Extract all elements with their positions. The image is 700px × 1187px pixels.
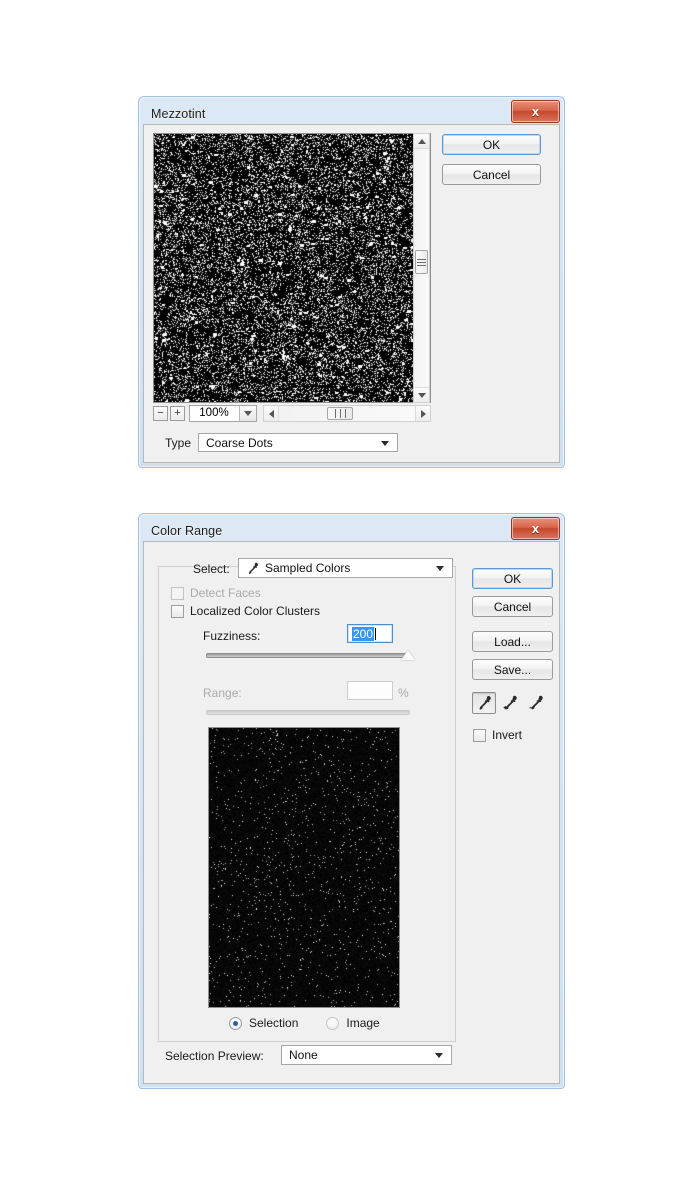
preview-mode-row: Selection Image [229, 1016, 380, 1030]
chevron-down-icon [381, 441, 389, 446]
noise-canvas [154, 134, 430, 402]
select-combo[interactable]: Sampled Colors [238, 558, 453, 578]
mezzotint-title: Mezzotint [143, 107, 205, 121]
eyedropper-icon [246, 562, 259, 575]
close-icon: x [532, 522, 539, 535]
cancel-button[interactable]: Cancel [442, 164, 541, 185]
selection-preview-combo[interactable]: None [281, 1045, 452, 1065]
eyedropper-add-icon [501, 695, 519, 712]
range-input[interactable] [347, 681, 393, 700]
fuzziness-value: 200 [352, 627, 374, 641]
plus-icon: + [174, 408, 180, 419]
color-range-body: Select: Sampled Colors Detect Faces [143, 541, 560, 1084]
image-radio-label: Image [346, 1016, 379, 1030]
screen-root: Mezzotint x [0, 0, 700, 1187]
cancel-button[interactable]: Cancel [472, 596, 553, 617]
preview-vertical-scrollbar[interactable] [413, 133, 430, 403]
close-button[interactable]: x [511, 100, 560, 123]
close-icon: x [532, 105, 539, 118]
zoom-out-button[interactable]: − [153, 406, 168, 421]
image-radio[interactable] [326, 1017, 339, 1030]
chevron-down-icon [436, 566, 444, 571]
ok-button[interactable]: OK [472, 568, 553, 589]
mezzotint-dialog: Mezzotint x [138, 96, 565, 468]
text-caret [375, 628, 376, 640]
color-range-dialog: Color Range x Select: Sampled Colors [138, 513, 565, 1089]
type-label: Type [165, 436, 191, 450]
zoom-level-dropdown-button[interactable] [239, 406, 256, 421]
chevron-left-icon [269, 410, 274, 418]
scroll-left-button[interactable] [264, 406, 279, 421]
scroll-grip-icon [417, 257, 426, 268]
chevron-down-icon [435, 1053, 443, 1058]
localized-color-clusters-checkbox[interactable] [171, 605, 184, 618]
selection-preview-value: None [282, 1048, 318, 1062]
load-button-label: Load... [494, 635, 531, 649]
close-button[interactable]: x [511, 517, 560, 540]
detect-faces-checkbox[interactable] [171, 587, 184, 600]
noise-canvas [209, 728, 399, 1007]
selection-radio-label: Selection [249, 1016, 298, 1030]
mezzotint-preview-image[interactable] [154, 134, 430, 402]
color-range-preview-panel [208, 727, 400, 1008]
selection-preview-row: Selection Preview: None [165, 1045, 555, 1067]
ok-button-label: OK [483, 138, 500, 152]
localized-color-clusters-row[interactable]: Localized Color Clusters [171, 604, 320, 618]
select-row: Select: Sampled Colors [168, 558, 458, 580]
mezzotint-preview-panel [153, 133, 431, 403]
invert-row[interactable]: Invert [473, 728, 522, 742]
chevron-down-icon [418, 393, 426, 398]
type-combo[interactable]: Coarse Dots [198, 433, 398, 452]
eyedropper-tool-button[interactable] [472, 692, 496, 714]
fuzziness-slider-track[interactable] [206, 653, 410, 658]
range-slider-track[interactable] [206, 710, 410, 715]
mezzotint-body: − + 100% [143, 124, 560, 463]
detect-faces-row[interactable]: Detect Faces [171, 586, 261, 600]
fuzziness-label: Fuzziness: [203, 629, 260, 643]
cancel-button-label: Cancel [473, 168, 510, 182]
scroll-down-button[interactable] [414, 387, 429, 402]
invert-checkbox[interactable] [473, 729, 486, 742]
zoom-level-value: 100% [190, 407, 238, 419]
eyedropper-subtract-icon [527, 695, 545, 712]
fuzziness-input[interactable]: 200 [347, 624, 393, 643]
ok-button-label: OK [504, 572, 521, 586]
selection-radio[interactable] [229, 1017, 242, 1030]
scroll-right-button[interactable] [415, 406, 430, 421]
scroll-up-button[interactable] [414, 134, 429, 149]
scroll-grip-icon [333, 409, 348, 418]
load-button[interactable]: Load... [472, 631, 553, 652]
color-range-preview-image[interactable] [209, 728, 399, 1007]
detect-faces-label: Detect Faces [190, 586, 261, 600]
type-combo-value: Coarse Dots [199, 436, 273, 450]
zoom-in-button[interactable]: + [170, 406, 185, 421]
fuzziness-slider-thumb[interactable] [401, 650, 415, 660]
ok-button[interactable]: OK [442, 134, 541, 155]
vertical-scroll-thumb[interactable] [415, 250, 428, 274]
color-range-title: Color Range [143, 524, 222, 538]
range-label: Range: [203, 686, 242, 700]
mezzotint-zoom-row: − + 100% [153, 405, 431, 423]
invert-label: Invert [492, 728, 522, 742]
save-button-label: Save... [494, 663, 531, 677]
save-button[interactable]: Save... [472, 659, 553, 680]
mezzotint-type-row: Type Coarse Dots [165, 433, 525, 453]
localized-color-clusters-label: Localized Color Clusters [190, 604, 320, 618]
select-label: Select: [193, 562, 230, 576]
horizontal-scroll-thumb[interactable] [327, 407, 353, 420]
preview-horizontal-scrollbar[interactable] [263, 405, 431, 422]
selection-preview-label: Selection Preview: [165, 1049, 264, 1063]
eyedropper-subtract-tool-button[interactable] [524, 692, 548, 714]
range-unit-label: % [398, 686, 409, 700]
chevron-right-icon [421, 410, 426, 418]
eyedropper-add-tool-button[interactable] [498, 692, 522, 714]
zoom-level-combo[interactable]: 100% [189, 405, 257, 422]
cancel-button-label: Cancel [494, 600, 531, 614]
chevron-down-icon [244, 411, 252, 416]
eyedropper-icon [476, 695, 492, 711]
chevron-up-icon [418, 139, 426, 144]
minus-icon: − [157, 408, 163, 419]
